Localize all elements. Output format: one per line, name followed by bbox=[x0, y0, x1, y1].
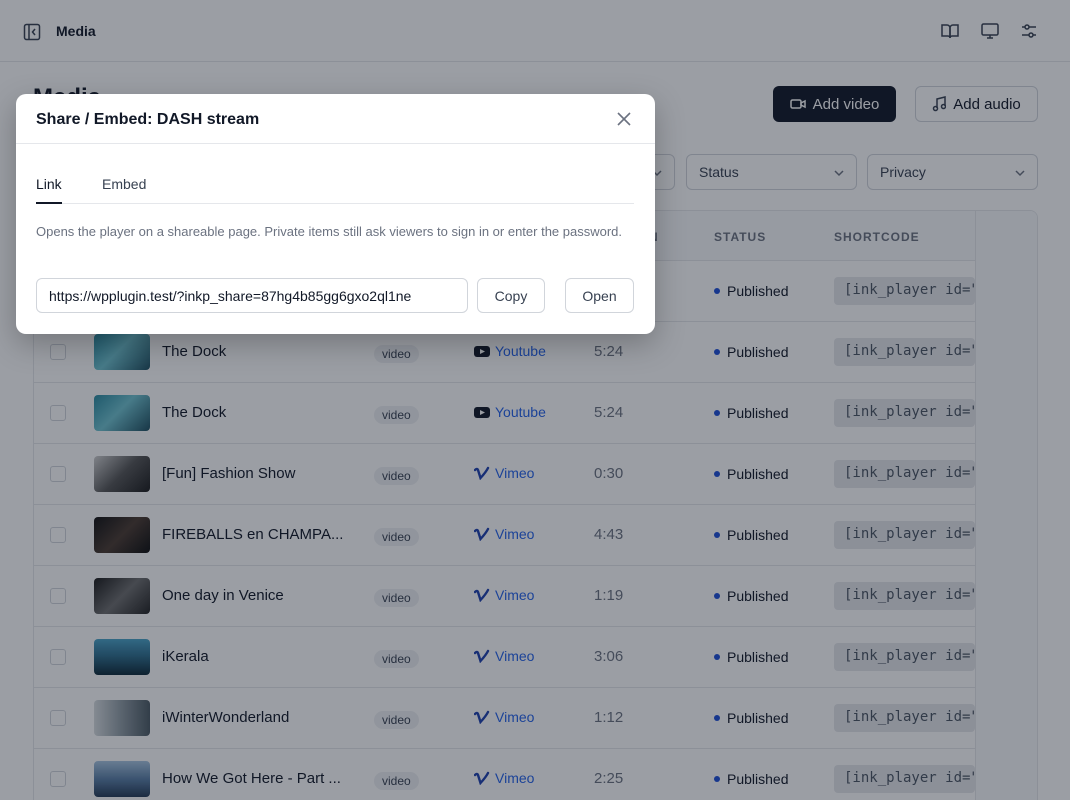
close-icon[interactable] bbox=[615, 110, 633, 128]
share-embed-modal: Share / Embed: DASH stream Link Embed Op… bbox=[16, 94, 655, 334]
tab-embed[interactable]: Embed bbox=[102, 176, 146, 204]
modal-header: Share / Embed: DASH stream bbox=[16, 94, 655, 144]
modal-title: Share / Embed: DASH stream bbox=[36, 111, 260, 128]
open-button[interactable]: Open bbox=[565, 278, 634, 313]
modal-tabs: Link Embed bbox=[36, 166, 634, 204]
share-description: Opens the player on a shareable page. Pr… bbox=[36, 224, 623, 239]
share-url-input[interactable] bbox=[36, 278, 468, 313]
tab-link[interactable]: Link bbox=[36, 176, 62, 204]
copy-button[interactable]: Copy bbox=[477, 278, 545, 313]
